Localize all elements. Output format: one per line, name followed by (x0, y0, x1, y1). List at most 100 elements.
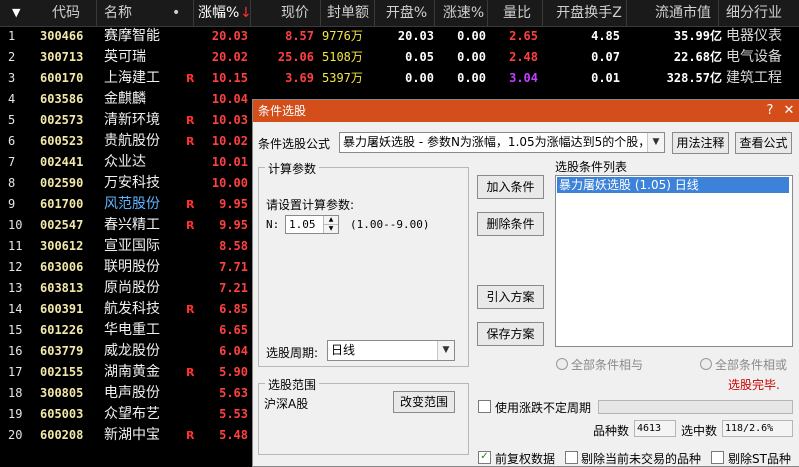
row-speed: 0.00 (457, 50, 486, 64)
formula-select[interactable]: 暴力屠妖选股 - 参数N为涨幅，1.05为涨幅达到5的个股， ▼ (339, 132, 665, 153)
import-scheme-button[interactable]: 引入方案 (477, 285, 544, 309)
condition-list[interactable]: 暴力屠妖选股 (1.05) 日线 (555, 175, 793, 347)
row-index: 3 (8, 71, 16, 85)
col-change[interactable]: 涨幅% (198, 0, 239, 26)
sort-toggle-icon[interactable]: ▼ (12, 0, 20, 26)
row-name: 原尚股份 (104, 280, 160, 296)
exclude-untraded-checkbox[interactable] (565, 451, 578, 464)
param-n-stepper[interactable]: 1.05 ▲ ▼ (285, 215, 339, 234)
row-name: 航发科技 (104, 301, 160, 317)
row-market-cap: 328.57亿 (666, 71, 722, 85)
row-change: 5.48 (219, 428, 248, 442)
col-speed[interactable]: 涨速% (440, 0, 488, 26)
row-change: 7.71 (219, 260, 248, 274)
param-range: (1.00--9.00) (350, 218, 430, 231)
radio-or[interactable] (700, 358, 712, 370)
row-code: 600391 (40, 302, 84, 316)
table-row[interactable]: 3 600170 上海建工 R 10.15 3.69 5397万 0.00 0.00 3.04 0.… (0, 68, 799, 89)
indeterminate-period-checkbox[interactable] (478, 400, 491, 413)
radio-and[interactable] (556, 358, 568, 370)
row-name: 赛摩智能 (104, 28, 160, 44)
table-row[interactable]: 2 300713 英可瑞 20.02 25.06 5108万 0.05 0.00 2.48 0.0… (0, 47, 799, 68)
save-scheme-button[interactable]: 保存方案 (477, 322, 544, 346)
dialog-title: 条件选股 (258, 104, 307, 118)
row-open-pct: 20.03 (397, 29, 434, 43)
row-code: 605003 (40, 407, 84, 421)
condition-list-label: 选股条件列表 (555, 160, 628, 174)
row-change: 10.03 (211, 113, 248, 127)
calc-params-title: 计算参数 (265, 160, 320, 177)
col-industry[interactable]: 细分行业 (726, 0, 782, 26)
row-code: 300466 (40, 29, 84, 43)
row-code: 002547 (40, 218, 84, 232)
help-icon[interactable]: ? (762, 102, 778, 120)
condition-list-item[interactable]: 暴力屠妖选股 (1.05) 日线 (557, 177, 789, 193)
row-code: 300612 (40, 239, 84, 253)
row-code: 601226 (40, 323, 84, 337)
row-seal-amount: 9776万 (322, 29, 363, 43)
count-box: 4613 (634, 420, 676, 437)
row-change: 5.53 (219, 407, 248, 421)
selected-value: 118/2.6% (725, 423, 774, 434)
col-open-turnover[interactable]: 开盘换手Z (552, 0, 627, 26)
add-condition-button[interactable]: 加入条件 (477, 175, 544, 199)
table-row[interactable]: 1 300466 赛摩智能 20.03 8.57 9776万 20.03 0.00 2.65 4.… (0, 26, 799, 47)
row-code: 603779 (40, 344, 84, 358)
chevron-down-icon[interactable]: ▼ (437, 341, 454, 360)
count-value: 4613 (637, 423, 662, 434)
row-code: 300713 (40, 50, 84, 64)
row-open-pct: 0.05 (405, 50, 434, 64)
indeterminate-period-label: 使用涨跌不定周期 (495, 401, 592, 415)
row-open-pct: 0.00 (405, 71, 434, 85)
row-index: 10 (8, 218, 23, 232)
period-select[interactable]: 日线 ▼ (327, 340, 455, 361)
param-n-value[interactable]: 1.05 (289, 216, 316, 233)
period-select-value: 日线 (331, 343, 356, 357)
close-icon[interactable]: ✕ (781, 102, 797, 120)
row-change: 6.85 (219, 302, 248, 316)
row-margin-tag: R (186, 198, 195, 211)
row-index: 12 (8, 260, 23, 274)
delete-condition-button[interactable]: 删除条件 (477, 212, 544, 236)
row-change: 20.03 (211, 29, 248, 43)
row-open-turnover: 0.07 (591, 50, 620, 64)
row-name: 电声股份 (104, 385, 160, 401)
col-volume-ratio[interactable]: 量比 (492, 0, 543, 26)
row-index: 8 (8, 176, 16, 190)
range-group-title: 选股范围 (265, 376, 320, 393)
view-formula-button[interactable]: 查看公式 (735, 132, 792, 154)
col-seal-amount[interactable]: 封单额 (322, 0, 375, 26)
row-index: 19 (8, 407, 23, 421)
range-value: 沪深A股 (264, 397, 309, 411)
change-range-button[interactable]: 改变范围 (393, 391, 455, 413)
forward-adjust-label: 前复权数据 (495, 452, 556, 466)
col-code[interactable]: 代码 (36, 0, 97, 26)
row-code: 600208 (40, 428, 84, 442)
row-price: 3.69 (285, 71, 314, 85)
row-seal-amount: 5397万 (322, 71, 363, 85)
col-price[interactable]: 现价 (281, 0, 309, 26)
chevron-down-icon[interactable]: ▼ (647, 133, 664, 152)
forward-adjust-checkbox[interactable]: ✓ (478, 451, 491, 464)
stepper-up-icon[interactable]: ▲ (323, 216, 338, 225)
dialog-title-bar[interactable]: 条件选股 ? ✕ (253, 100, 799, 122)
row-change: 10.00 (211, 176, 248, 190)
row-index: 7 (8, 155, 16, 169)
row-change: 10.01 (211, 155, 248, 169)
progress-bar (598, 400, 793, 414)
exclude-st-checkbox[interactable] (711, 451, 724, 464)
usage-notes-button[interactable]: 用法注释 (672, 132, 729, 154)
row-code: 600170 (40, 71, 84, 85)
stepper-down-icon[interactable]: ▼ (323, 225, 338, 233)
col-market-cap[interactable]: 流通市值 (648, 0, 719, 26)
row-price: 8.57 (285, 29, 314, 43)
status-text: 选股完毕. (728, 378, 780, 392)
col-name[interactable]: 名称 (104, 0, 132, 26)
row-volume-ratio: 2.48 (509, 50, 538, 64)
row-change: 5.90 (219, 365, 248, 379)
count-label: 品种数 (593, 424, 630, 438)
row-index: 14 (8, 302, 23, 316)
row-name: 众业达 (104, 154, 146, 170)
col-open-pct[interactable]: 开盘% (379, 0, 435, 26)
row-seal-amount: 5108万 (322, 50, 363, 64)
